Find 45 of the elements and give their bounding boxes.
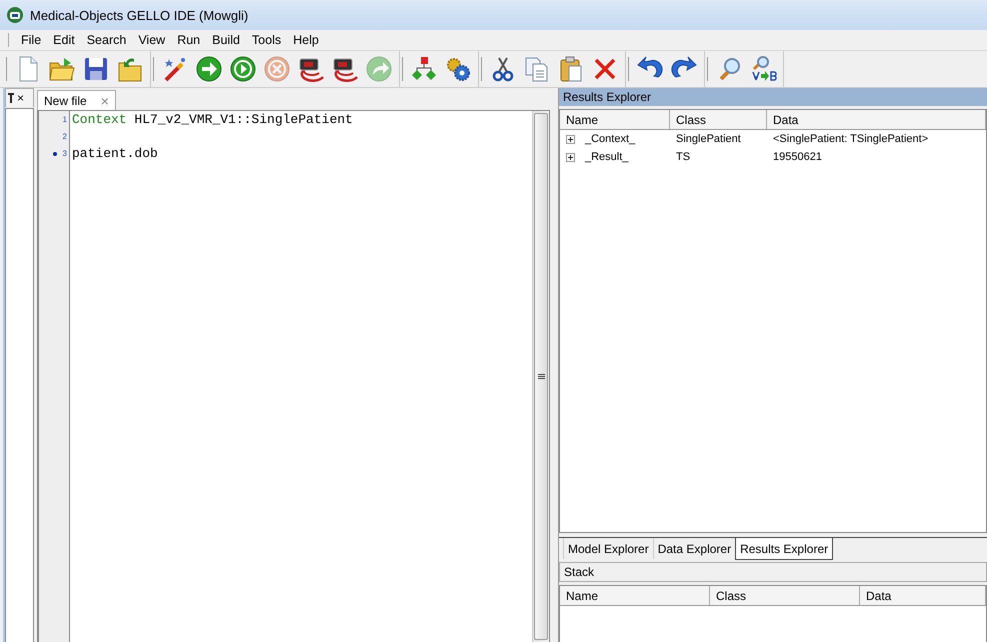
play-icon <box>229 55 257 83</box>
line-number: 2 <box>62 132 67 141</box>
column-header[interactable]: Class <box>710 586 860 605</box>
window-title: Medical-Objects GELLO IDE (Mowgli) <box>30 8 248 22</box>
column-header[interactable]: Data <box>767 110 986 129</box>
menu-item[interactable]: Run <box>171 31 206 49</box>
panel-title: Results Explorer <box>559 88 987 106</box>
close-button[interactable]: × <box>17 91 24 105</box>
code-line: patient.dob <box>72 146 158 161</box>
column-header[interactable]: Data <box>860 586 986 605</box>
code-line: Context HL7_v2_VMR_V1::SinglePatient <box>72 112 353 127</box>
menu-item[interactable]: File <box>15 31 48 49</box>
close-tab-button[interactable]: × <box>100 92 109 108</box>
table-cell-text: TS <box>675 151 692 163</box>
pin-icon[interactable] <box>8 93 14 103</box>
stop-icon <box>263 55 291 83</box>
app-logo-icon <box>6 6 24 24</box>
panel-tab[interactable]: Model Explorer <box>563 538 653 559</box>
tree-item[interactable]: _Context_ <box>579 133 636 145</box>
grip-icon <box>538 374 544 380</box>
menu-item[interactable]: View <box>132 31 172 49</box>
column-header[interactable]: Class <box>670 110 767 129</box>
menu-item[interactable]: Build <box>206 31 246 49</box>
column-header[interactable]: Name <box>560 110 670 129</box>
line-number: 1 <box>62 115 67 124</box>
menu-item[interactable]: Tools <box>246 31 288 49</box>
open-folder-icon <box>48 55 76 83</box>
column-header[interactable]: Name <box>560 586 710 605</box>
menu-item[interactable]: Edit <box>47 31 81 49</box>
line-number: 3 <box>62 149 67 158</box>
tab-label[interactable]: New file <box>44 94 87 108</box>
menu-item[interactable]: Search <box>80 31 132 49</box>
tree-item[interactable]: _Result_ <box>579 151 628 163</box>
editor-tab[interactable]: New file × <box>37 90 116 110</box>
table-cell-text: SinglePatient <box>675 133 742 145</box>
expand-icon[interactable] <box>566 152 575 162</box>
table-cell-text: 19550621 <box>772 151 823 163</box>
table-cell-text: <SinglePatient: TSinglePatient> <box>772 133 930 145</box>
scrollbar[interactable] <box>532 111 549 642</box>
panel-title: Stack <box>559 562 987 582</box>
panel-tab[interactable]: Results Explorer <box>735 538 834 560</box>
expand-icon[interactable] <box>566 134 575 144</box>
hierarchy-icon <box>410 55 438 83</box>
menu-item[interactable]: Help <box>287 31 325 49</box>
gears-icon <box>444 55 472 83</box>
